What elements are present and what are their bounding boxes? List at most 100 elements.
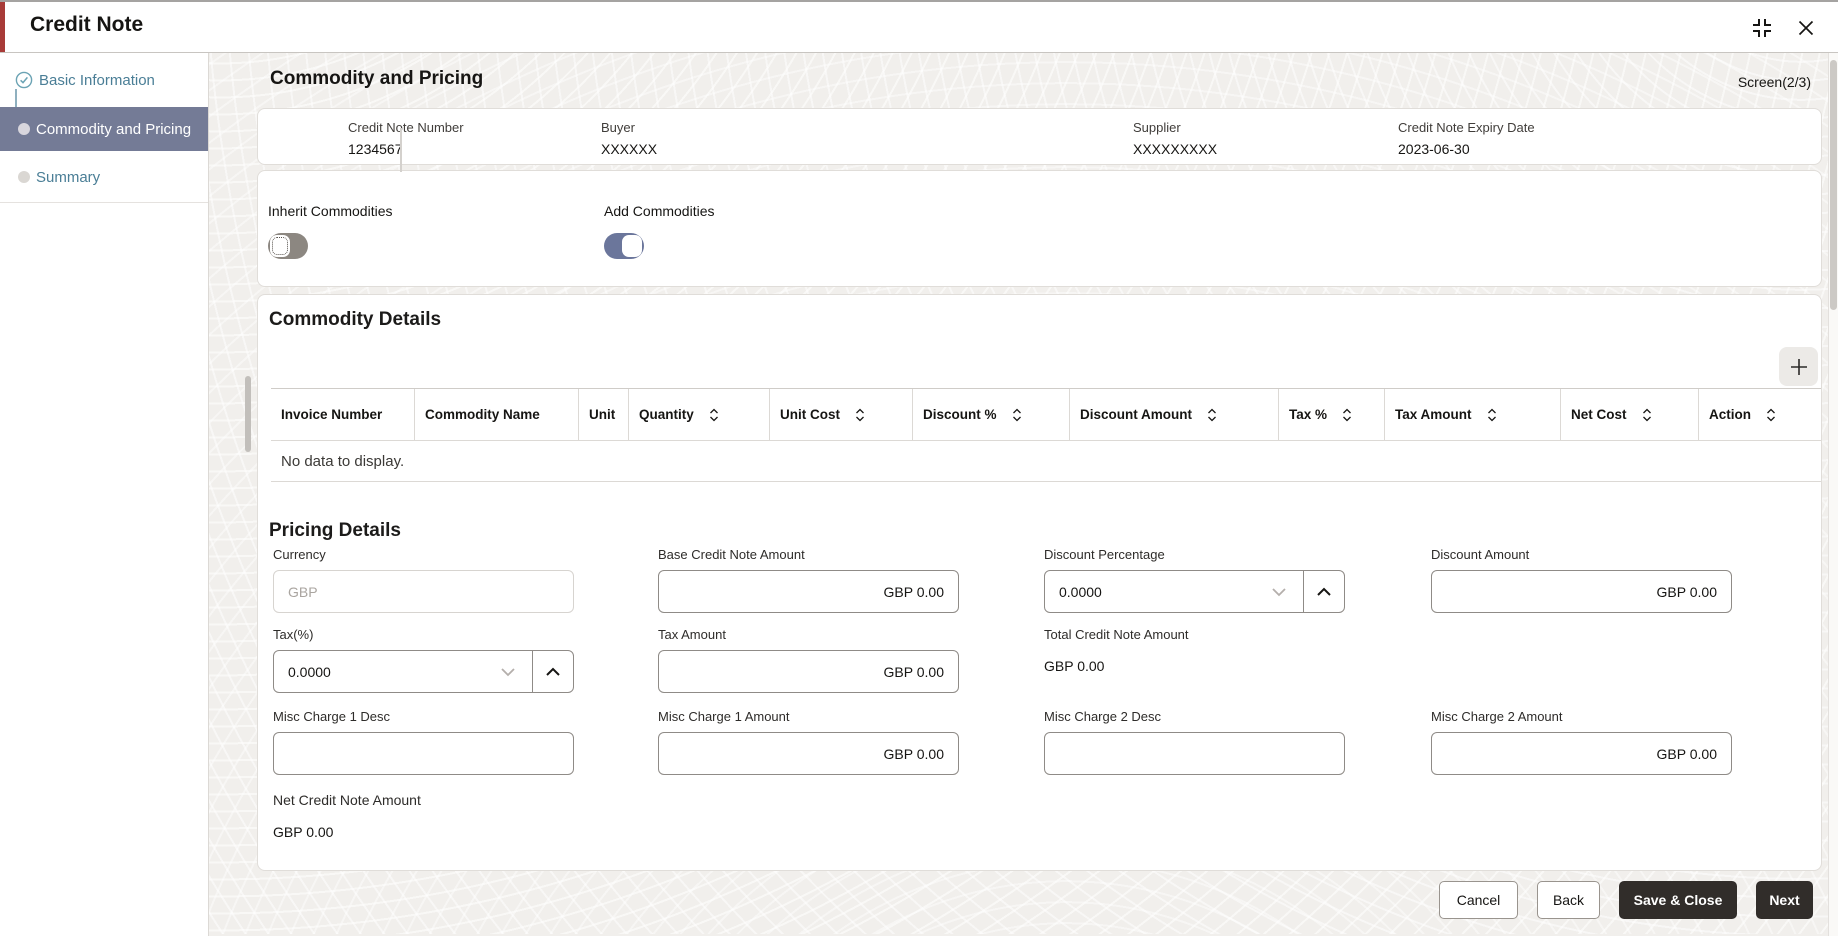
column-header-action[interactable]: Action xyxy=(1698,389,1821,440)
field-label: Credit Note Number xyxy=(348,120,464,135)
sidebar-divider xyxy=(0,202,208,203)
sort-icon xyxy=(1011,407,1023,423)
save-and-close-button[interactable]: Save & Close xyxy=(1619,881,1737,919)
column-header-commodity-name: Commodity Name xyxy=(414,389,578,440)
sort-icon xyxy=(854,407,866,423)
field-label: Tax(%) xyxy=(273,627,574,642)
tax-amount-input[interactable] xyxy=(658,650,959,693)
discount-amount-field: Discount Amount xyxy=(1431,547,1732,613)
column-label: Action xyxy=(1709,407,1751,422)
close-icon xyxy=(1796,18,1816,38)
misc-charge-2-amount-field: Misc Charge 2 Amount xyxy=(1431,709,1732,775)
misc-charge-1-amount-input[interactable] xyxy=(658,732,959,775)
page-scrollbar-thumb[interactable] xyxy=(1830,60,1837,310)
column-label: Unit xyxy=(589,407,615,422)
field-value: XXXXXXXXX xyxy=(1133,141,1217,157)
misc-charge-2-amount-input[interactable] xyxy=(1431,732,1732,775)
field-label: Misc Charge 1 Amount xyxy=(658,709,959,724)
tax-amount-field: Tax Amount xyxy=(658,627,959,693)
column-header-unit: Unit xyxy=(578,389,628,440)
brand-accent-bar xyxy=(0,2,5,52)
step-basic-information[interactable]: Basic Information xyxy=(0,60,208,100)
page-scrollbar-track[interactable] xyxy=(1828,52,1838,936)
net-credit-note-amount-value: GBP 0.00 xyxy=(273,824,574,840)
column-header-tax-amount[interactable]: Tax Amount xyxy=(1384,389,1560,440)
restore-icon xyxy=(1750,16,1774,40)
summary-field-buyer: Buyer XXXXXX xyxy=(601,109,657,157)
field-label: Base Credit Note Amount xyxy=(658,547,959,562)
add-commodities-toggle[interactable] xyxy=(604,233,644,259)
tax-percent-decrement-button[interactable] xyxy=(491,651,525,692)
field-label: Misc Charge 2 Amount xyxy=(1431,709,1732,724)
commodity-details-title: Commodity Details xyxy=(269,309,441,331)
chevron-up-icon xyxy=(1316,587,1332,597)
tax-percent-stepper xyxy=(273,650,574,693)
currency-field: Currency xyxy=(273,547,574,613)
column-header-net-cost[interactable]: Net Cost xyxy=(1560,389,1698,440)
chevron-up-icon xyxy=(545,667,561,677)
column-header-discount-amount[interactable]: Discount Amount xyxy=(1069,389,1278,440)
add-commodity-row-button[interactable] xyxy=(1779,347,1818,386)
net-credit-note-amount-field: Net Credit Note Amount GBP 0.00 xyxy=(273,792,574,840)
discount-percentage-stepper xyxy=(1044,570,1345,613)
panel-scrollbar-thumb[interactable] xyxy=(245,376,251,452)
field-label: Tax Amount xyxy=(658,627,959,642)
commodity-table-header: Invoice Number Commodity Name Unit Quant… xyxy=(271,388,1821,441)
step-connector-line xyxy=(400,128,402,172)
column-label: Discount % xyxy=(923,407,997,422)
discount-percentage-increment-button[interactable] xyxy=(1304,571,1344,612)
chevron-down-icon xyxy=(500,667,516,677)
column-header-quantity[interactable]: Quantity xyxy=(628,389,769,440)
misc-charge-1-desc-field: Misc Charge 1 Desc xyxy=(273,709,574,775)
add-commodities-group: Add Commodities xyxy=(604,203,715,259)
page-title: Credit Note xyxy=(30,13,143,37)
wizard-sidebar: Basic Information Commodity and Pricing … xyxy=(0,52,209,936)
field-label: Credit Note Expiry Date xyxy=(1398,120,1535,135)
tax-percent-input[interactable] xyxy=(274,651,573,692)
toggle-knob xyxy=(270,235,290,257)
close-button[interactable] xyxy=(1794,16,1818,40)
column-label: Quantity xyxy=(639,407,694,422)
restore-window-button[interactable] xyxy=(1748,14,1776,42)
sort-icon xyxy=(1641,407,1653,423)
currency-input xyxy=(273,570,574,613)
misc-charge-2-desc-input[interactable] xyxy=(1044,732,1345,775)
step-label: Commodity and Pricing xyxy=(36,121,191,138)
summary-field-supplier: Supplier XXXXXXXXX xyxy=(1133,109,1217,157)
commodity-and-pricing-card: Commodity Details Invoice Number Commodi… xyxy=(257,294,1822,871)
discount-amount-input[interactable] xyxy=(1431,570,1732,613)
cancel-button[interactable]: Cancel xyxy=(1439,881,1518,919)
base-credit-note-amount-input[interactable] xyxy=(658,570,959,613)
discount-percentage-input[interactable] xyxy=(1045,571,1344,612)
field-value: XXXXXX xyxy=(601,141,657,157)
step-summary[interactable]: Summary xyxy=(0,157,208,197)
column-header-discount-percent[interactable]: Discount % xyxy=(912,389,1069,440)
column-header-unit-cost[interactable]: Unit Cost xyxy=(769,389,912,440)
field-label: Discount Percentage xyxy=(1044,547,1345,562)
inherit-commodities-group: Inherit Commodities xyxy=(268,203,393,259)
misc-charge-2-desc-field: Misc Charge 2 Desc xyxy=(1044,709,1345,775)
column-label: Commodity Name xyxy=(425,407,540,422)
tax-percent-increment-button[interactable] xyxy=(533,651,573,692)
misc-charge-1-desc-input[interactable] xyxy=(273,732,574,775)
inherit-commodities-toggle[interactable] xyxy=(268,233,308,259)
step-label: Basic Information xyxy=(39,72,155,89)
sort-icon xyxy=(1341,407,1353,423)
next-button[interactable]: Next xyxy=(1756,881,1813,919)
column-label: Unit Cost xyxy=(780,407,840,422)
column-label: Invoice Number xyxy=(281,407,382,422)
field-label: Currency xyxy=(273,547,574,562)
credit-note-window: Credit Note Basic Information xyxy=(0,0,1838,934)
commodity-table: Invoice Number Commodity Name Unit Quant… xyxy=(271,388,1821,482)
tax-percent-field: Tax(%) xyxy=(273,627,574,693)
screen-indicator: Screen(2/3) xyxy=(1738,74,1811,90)
column-header-tax-percent[interactable]: Tax % xyxy=(1278,389,1384,440)
field-label: Discount Amount xyxy=(1431,547,1732,562)
discount-percentage-decrement-button[interactable] xyxy=(1262,571,1296,612)
column-label: Tax % xyxy=(1289,407,1327,422)
field-label: Misc Charge 2 Desc xyxy=(1044,709,1345,724)
base-credit-note-amount-field: Base Credit Note Amount xyxy=(658,547,959,613)
back-button[interactable]: Back xyxy=(1537,881,1600,919)
column-label: Net Cost xyxy=(1571,407,1627,422)
step-commodity-and-pricing[interactable]: Commodity and Pricing xyxy=(0,107,208,151)
